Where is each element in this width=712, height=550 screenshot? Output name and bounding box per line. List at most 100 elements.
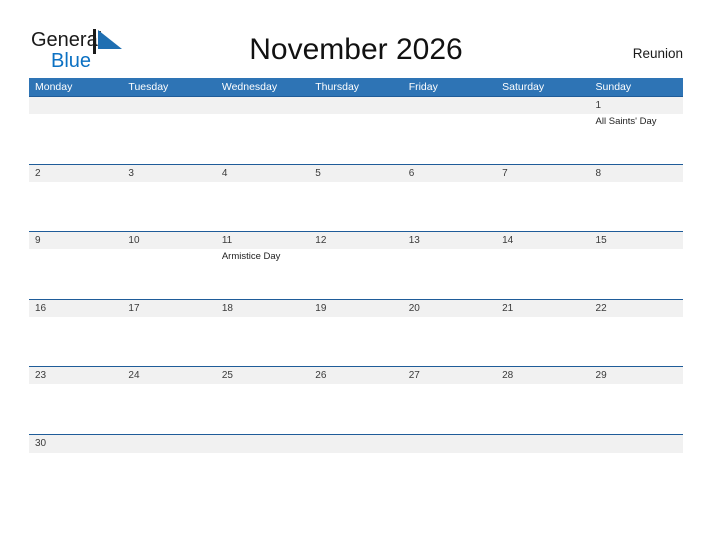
day-cell-empty xyxy=(216,182,309,230)
day-number-empty xyxy=(122,97,215,114)
day-cell-empty xyxy=(216,317,309,365)
day-number[interactable]: 4 xyxy=(216,165,309,182)
day-number[interactable]: 10 xyxy=(122,232,215,249)
day-number[interactable]: 14 xyxy=(496,232,589,249)
day-cell-empty xyxy=(403,384,496,432)
week-event-band xyxy=(29,181,683,230)
day-number[interactable]: 9 xyxy=(29,232,122,249)
weekday-header-monday: Monday xyxy=(35,81,73,93)
day-cell-empty xyxy=(122,182,215,230)
day-number[interactable]: 23 xyxy=(29,367,122,384)
day-cell-empty xyxy=(122,317,215,365)
day-cell-empty xyxy=(122,114,215,162)
day-number[interactable]: 22 xyxy=(590,300,683,317)
day-number[interactable]: 11 xyxy=(216,232,309,249)
weekday-header-friday: Friday xyxy=(408,81,438,93)
calendar-week-row: 1 All Saints' Day xyxy=(29,96,683,164)
day-cell-empty xyxy=(496,249,589,297)
day-cell-empty xyxy=(496,114,589,162)
day-cell-empty xyxy=(590,384,683,432)
weekday-header-row: Monday Tuesday Wednesday Thursday Friday Satu… xyxy=(29,78,683,96)
day-cell-empty xyxy=(496,384,589,432)
calendar-week-row: 16 17 18 19 20 21 22 xyxy=(29,298,683,367)
day-number-empty xyxy=(216,97,309,114)
day-number[interactable]: 18 xyxy=(216,300,309,317)
page-title: November 2026 xyxy=(249,33,463,66)
day-cell-empty xyxy=(29,114,122,162)
page-header: General Blue November 2026 Reunion xyxy=(0,0,712,78)
weekday-header-thursday: Thursday xyxy=(315,81,360,93)
day-number[interactable]: 27 xyxy=(403,367,496,384)
day-cell-empty xyxy=(403,317,496,365)
calendar-week-row: 30 xyxy=(29,433,683,455)
week-date-band: 16 17 18 19 20 21 22 xyxy=(29,299,683,317)
day-number-empty xyxy=(403,97,496,114)
day-cell-empty xyxy=(309,317,402,365)
day-cell-empty xyxy=(29,317,122,365)
day-number[interactable]: 16 xyxy=(29,300,122,317)
day-number-empty xyxy=(403,435,496,453)
day-cell-empty xyxy=(216,384,309,432)
day-number-empty xyxy=(496,435,589,453)
week-date-band: 23 24 25 26 27 28 29 xyxy=(29,367,683,384)
week-event-band xyxy=(29,384,683,432)
day-number[interactable]: 13 xyxy=(403,232,496,249)
day-number[interactable]: 28 xyxy=(496,367,589,384)
day-number[interactable]: 29 xyxy=(590,367,683,384)
day-number-empty xyxy=(309,435,402,453)
day-number[interactable]: 15 xyxy=(590,232,683,249)
calendar-week-row: 23 24 25 26 27 28 29 xyxy=(29,366,683,434)
day-cell-empty xyxy=(309,182,402,230)
day-number[interactable]: 20 xyxy=(403,300,496,317)
day-cell-empty xyxy=(309,114,402,162)
day-cell-empty xyxy=(29,182,122,230)
weekday-header-wednesday: Wednesday xyxy=(221,81,278,93)
weekday-header-saturday: Saturday xyxy=(502,81,545,93)
day-number[interactable]: 25 xyxy=(216,367,309,384)
day-cell-empty xyxy=(122,249,215,297)
day-cell-empty xyxy=(216,114,309,162)
week-date-band: 2345678 xyxy=(29,164,683,182)
day-number[interactable]: 7 xyxy=(496,165,589,182)
day-event-label[interactable]: All Saints' Day xyxy=(590,114,683,162)
day-cell-empty xyxy=(309,249,402,297)
week-date-band: 30 xyxy=(29,434,683,453)
calendar-weeks: 1 All Saints' Day 2 3 4 5 6 7 8 9 10 11 12 13 14 15 Armi… xyxy=(29,96,683,455)
day-number[interactable]: 30 xyxy=(29,435,122,453)
weekday-header-tuesday: Tuesday xyxy=(128,81,169,93)
day-number[interactable]: 6 xyxy=(403,165,496,182)
day-number[interactable]: 2 xyxy=(29,165,122,182)
week-date-band: 9 10 11 12 13 14 15 xyxy=(29,232,683,249)
region-label: Reunion xyxy=(632,46,683,61)
calendar-week-row: 9 10 11 12 13 14 15 Armistice Day xyxy=(29,231,683,299)
week-date-band: 1 xyxy=(29,97,683,114)
day-number-empty xyxy=(216,435,309,453)
day-cell-empty xyxy=(122,384,215,432)
day-cell-empty xyxy=(29,249,122,297)
day-cell-empty xyxy=(590,249,683,297)
day-cell-empty xyxy=(403,114,496,162)
day-number-empty xyxy=(29,97,122,114)
weekday-header-sunday: Sunday xyxy=(595,81,632,93)
day-number-empty xyxy=(496,97,589,114)
week-event-band: All Saints' Day xyxy=(29,114,683,162)
day-number-empty xyxy=(122,435,215,453)
day-cell-empty xyxy=(29,384,122,432)
day-number[interactable]: 26 xyxy=(309,367,402,384)
day-cell-empty xyxy=(403,249,496,297)
day-number[interactable]: 1 xyxy=(590,97,683,114)
day-number[interactable]: 21 xyxy=(496,300,589,317)
day-number[interactable]: 8 xyxy=(590,165,683,182)
day-number[interactable]: 24 xyxy=(122,367,215,384)
day-number[interactable]: 12 xyxy=(309,232,402,249)
day-number-empty xyxy=(590,435,683,453)
day-event-label[interactable]: Armistice Day xyxy=(216,249,309,297)
week-event-band xyxy=(29,316,683,365)
week-event-band: Armistice Day xyxy=(29,249,683,297)
day-number-empty xyxy=(309,97,402,114)
day-number[interactable]: 17 xyxy=(122,300,215,317)
day-number[interactable]: 19 xyxy=(309,300,402,317)
day-number[interactable]: 3 xyxy=(122,165,215,182)
calendar-week-row: 2345678 xyxy=(29,163,683,232)
day-number[interactable]: 5 xyxy=(309,165,402,182)
